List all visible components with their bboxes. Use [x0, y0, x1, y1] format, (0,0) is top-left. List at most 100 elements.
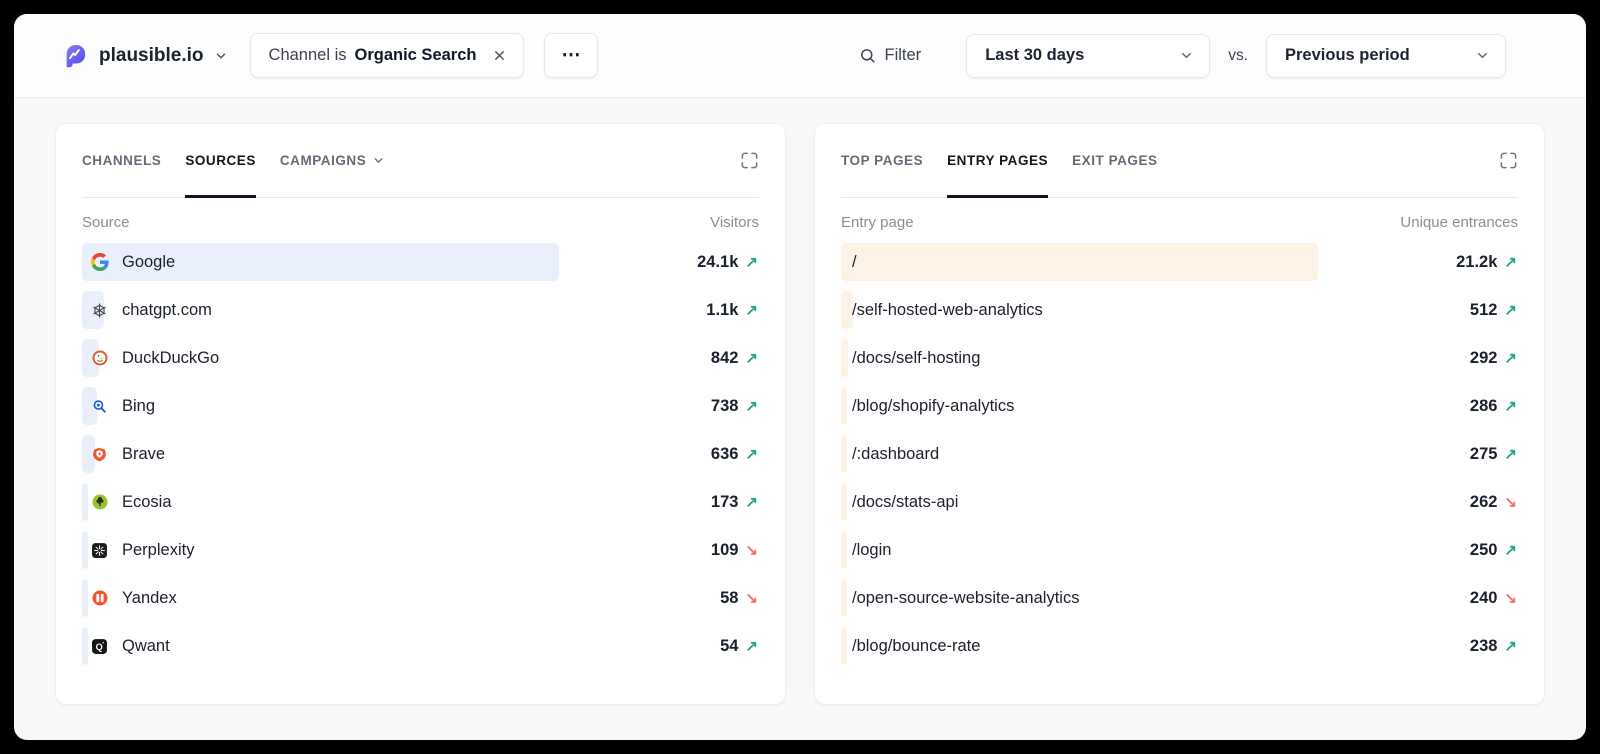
- row-label: Google: [122, 252, 176, 271]
- chevron-down-icon: [372, 154, 385, 167]
- table-row[interactable]: /blog/shopify-analytics 286 ↗: [841, 387, 1518, 425]
- entry-pages-table: / 21.2k ↗ /self-hosted-web-analytics 512…: [841, 243, 1518, 665]
- row-label: /docs/self-hosting: [852, 348, 981, 367]
- expand-icon[interactable]: [740, 150, 759, 170]
- row-value: 109: [710, 540, 739, 559]
- row-value: 21.2k: [1456, 252, 1498, 271]
- row-value: 275: [1469, 444, 1498, 463]
- tab-campaigns[interactable]: CAMPAIGNS: [280, 150, 385, 197]
- date-range-value: Last 30 days: [985, 46, 1085, 64]
- table-row[interactable]: Bing 738 ↗: [82, 387, 759, 425]
- trend-up-icon: ↗: [1504, 541, 1517, 559]
- site-switcher[interactable]: plausible.io: [62, 42, 228, 69]
- row-value: 24.1k: [697, 252, 739, 271]
- vs-label: vs.: [1228, 46, 1248, 64]
- row-label: DuckDuckGo: [122, 348, 220, 367]
- trend-up-icon: ↗: [1504, 637, 1517, 655]
- row-value: 58: [720, 588, 739, 607]
- filter-label: Filter: [884, 46, 922, 64]
- row-bar: [841, 243, 1319, 281]
- trend-up-icon: ↗: [745, 301, 758, 319]
- table-row[interactable]: Google 24.1k ↗: [82, 243, 759, 281]
- comparison-value: Previous period: [1285, 46, 1410, 64]
- dashboard-content: CHANNELS SOURCES CAMPAIGNS Source Visito…: [14, 98, 1586, 704]
- trend-up-icon: ↗: [745, 397, 758, 415]
- row-label: /open-source-website-analytics: [852, 588, 1080, 607]
- trend-up-icon: ↗: [1504, 445, 1517, 463]
- trend-up-icon: ↗: [745, 637, 758, 655]
- table-row[interactable]: /blog/bounce-rate 238 ↗: [841, 627, 1518, 665]
- date-range-dropdown[interactable]: Last 30 days: [966, 33, 1211, 78]
- table-row[interactable]: /docs/self-hosting 292 ↗: [841, 339, 1518, 377]
- table-row[interactable]: /self-hosted-web-analytics 512 ↗: [841, 291, 1518, 329]
- table-row[interactable]: Yandex 58 ↘: [82, 579, 759, 617]
- brave-icon: [90, 445, 109, 464]
- top-bar: plausible.io Channel is Organic Search ⋯…: [14, 14, 1586, 98]
- table-row[interactable]: Perplexity 109 ↘: [82, 531, 759, 569]
- yandex-icon: [90, 589, 109, 608]
- sources-column-headers: Source Visitors: [82, 214, 759, 231]
- bing-icon: [90, 397, 109, 416]
- filter-chip-prefix: Channel is: [268, 46, 347, 64]
- tab-channels[interactable]: CHANNELS: [82, 150, 161, 197]
- tab-sources[interactable]: SOURCES: [185, 150, 256, 198]
- site-name: plausible.io: [99, 44, 204, 66]
- row-label: /self-hosted-web-analytics: [852, 300, 1043, 319]
- table-row[interactable]: / 21.2k ↗: [841, 243, 1518, 281]
- svg-text:Q: Q: [96, 641, 103, 651]
- app-window: plausible.io Channel is Organic Search ⋯…: [14, 14, 1586, 740]
- table-row[interactable]: DuckDuckGo 842 ↗: [82, 339, 759, 377]
- row-label: Brave: [122, 444, 166, 463]
- sources-tabs: CHANNELS SOURCES CAMPAIGNS: [82, 150, 759, 198]
- row-value: 250: [1469, 540, 1498, 559]
- row-label: chatgpt.com: [122, 300, 212, 319]
- sources-table: Google 24.1k ↗ chatgpt.com 1.1k ↗ DuckDu…: [82, 243, 759, 665]
- tab-exit-pages[interactable]: EXIT PAGES: [1072, 150, 1157, 197]
- top-bar-right: Filter Last 30 days vs. Previous period: [859, 33, 1506, 78]
- ecosia-icon: [90, 493, 109, 512]
- table-row[interactable]: /open-source-website-analytics 240 ↘: [841, 579, 1518, 617]
- row-label: Yandex: [122, 588, 177, 607]
- more-filters-button[interactable]: ⋯: [544, 33, 599, 78]
- tab-entry-pages[interactable]: ENTRY PAGES: [947, 150, 1049, 198]
- sources-panel: CHANNELS SOURCES CAMPAIGNS Source Visito…: [56, 124, 785, 704]
- row-label: /docs/stats-api: [852, 492, 959, 511]
- row-value: 636: [710, 444, 739, 463]
- plausible-logo-icon: [62, 42, 89, 69]
- column-header-name: Entry page: [841, 214, 914, 231]
- table-row[interactable]: /docs/stats-api 262 ↘: [841, 483, 1518, 521]
- column-header-name: Source: [82, 214, 130, 231]
- row-value: 262: [1469, 492, 1498, 511]
- row-label: /login: [852, 540, 892, 559]
- trend-down-icon: ↘: [1504, 493, 1517, 511]
- trend-up-icon: ↗: [1504, 301, 1517, 319]
- table-row[interactable]: Brave 636 ↗: [82, 435, 759, 473]
- row-label: /blog/shopify-analytics: [852, 396, 1015, 415]
- pages-tabs: TOP PAGES ENTRY PAGES EXIT PAGES: [841, 150, 1518, 198]
- trend-up-icon: ↗: [1504, 397, 1517, 415]
- filter-button[interactable]: Filter: [859, 46, 922, 65]
- row-value: 173: [710, 492, 739, 511]
- row-label: /blog/bounce-rate: [852, 636, 981, 655]
- trend-up-icon: ↗: [1504, 253, 1517, 271]
- table-row[interactable]: /login 250 ↗: [841, 531, 1518, 569]
- row-label: /:dashboard: [852, 444, 940, 463]
- row-value: 286: [1469, 396, 1498, 415]
- table-row[interactable]: /:dashboard 275 ↗: [841, 435, 1518, 473]
- comparison-dropdown[interactable]: Previous period: [1266, 33, 1506, 78]
- pages-panel: TOP PAGES ENTRY PAGES EXIT PAGES Entry p…: [815, 124, 1544, 704]
- row-value: 54: [720, 636, 739, 655]
- filter-chip-channel[interactable]: Channel is Organic Search: [249, 33, 525, 78]
- expand-icon[interactable]: [1499, 150, 1518, 170]
- trend-down-icon: ↘: [1504, 589, 1517, 607]
- table-row[interactable]: chatgpt.com 1.1k ↗: [82, 291, 759, 329]
- table-row[interactable]: Ecosia 173 ↗: [82, 483, 759, 521]
- row-value: 512: [1469, 300, 1498, 319]
- row-label: Qwant: [122, 636, 170, 655]
- column-header-value: Visitors: [710, 214, 759, 231]
- filter-chip-value: Organic Search: [354, 46, 477, 64]
- table-row[interactable]: Q Qwant 54 ↗: [82, 627, 759, 665]
- tab-top-pages[interactable]: TOP PAGES: [841, 150, 923, 197]
- search-icon: [859, 47, 876, 64]
- close-icon[interactable]: [492, 48, 507, 63]
